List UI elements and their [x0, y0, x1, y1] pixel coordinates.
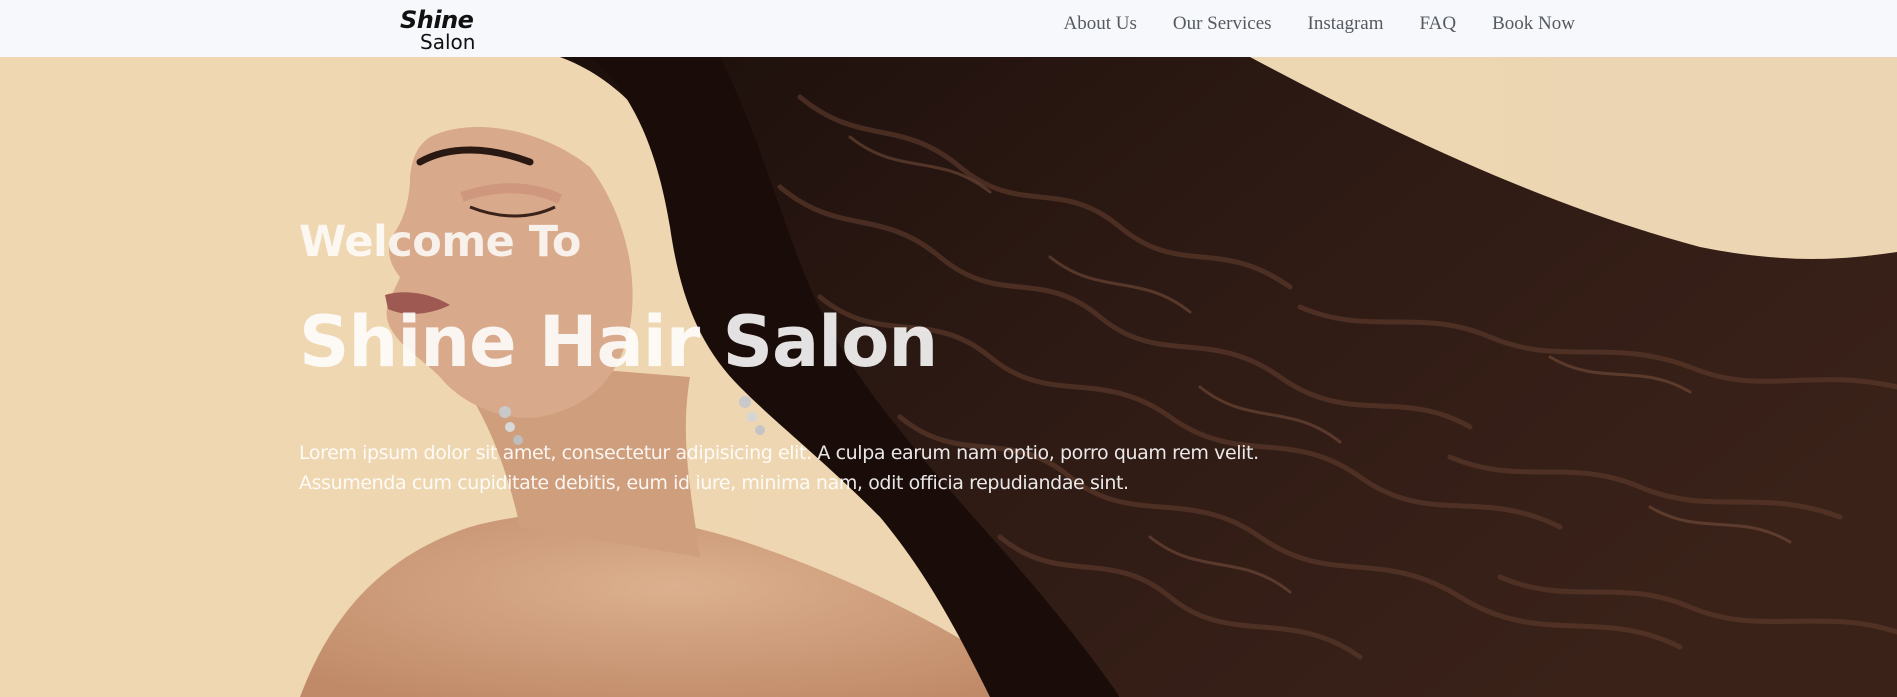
nav-link-faq[interactable]: FAQ	[1420, 13, 1457, 35]
nav-link-our-services[interactable]: Our Services	[1173, 13, 1272, 35]
hero-welcome-text: Welcome To	[299, 217, 581, 267]
nav-link-book-now[interactable]: Book Now	[1492, 13, 1575, 35]
hero-section: Welcome To Shine Hair Salon Lorem ipsum …	[0, 57, 1897, 697]
main-nav: About Us Our Services Instagram FAQ Book…	[1063, 0, 1575, 48]
hero-description-line-2: Assumenda cum cupiditate debitis, eum id…	[299, 472, 1129, 494]
logo-text-salon: Salon	[420, 30, 476, 54]
nav-link-about-us[interactable]: About Us	[1063, 13, 1136, 35]
hero-description-line-1: Lorem ipsum dolor sit amet, consectetur …	[299, 442, 1259, 464]
hero-content: Welcome To Shine Hair Salon Lorem ipsum …	[299, 57, 1299, 697]
page: Shine Salon About Us Our Services Instag…	[0, 0, 1897, 697]
navbar: Shine Salon About Us Our Services Instag…	[0, 0, 1897, 57]
hero-description: Lorem ipsum dolor sit amet, consectetur …	[299, 438, 1299, 498]
hero-title: Shine Hair Salon	[299, 301, 938, 383]
nav-link-instagram[interactable]: Instagram	[1308, 13, 1384, 35]
brand-logo[interactable]: Shine Salon	[400, 6, 480, 54]
